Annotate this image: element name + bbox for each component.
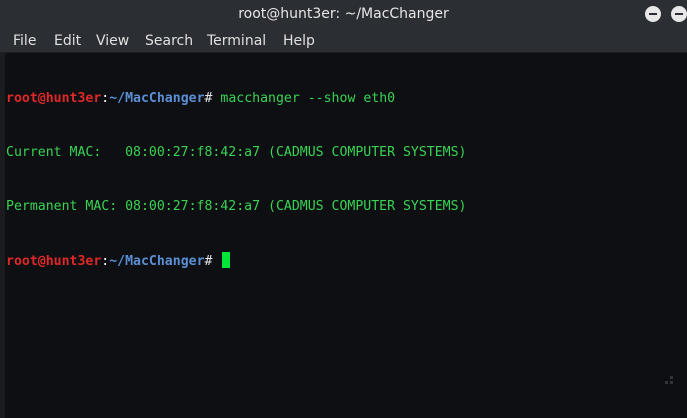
close-icon[interactable] [671, 6, 687, 22]
window-edge [0, 0, 5, 418]
menu-bar: File Edit View Search Terminal Help [0, 30, 687, 53]
menu-view[interactable]: View [96, 33, 129, 49]
window-controls [645, 6, 687, 22]
text-cursor [222, 252, 231, 268]
menu-edit[interactable]: Edit [54, 33, 81, 49]
active-prompt-line[interactable]: root@hunt3er:~/MacChanger# [6, 252, 687, 270]
title-bar[interactable]: root@hunt3er: ~/MacChanger [0, 0, 687, 30]
prompt-path: ~/MacChanger [109, 254, 205, 269]
menu-help[interactable]: Help [283, 33, 315, 49]
prompt-symbol: # [204, 91, 221, 106]
terminal-output[interactable]: root@hunt3er:~/MacChanger# macchanger --… [6, 54, 687, 418]
menu-terminal[interactable]: Terminal [207, 33, 266, 49]
terminal-window: root@hunt3er: ~/MacChanger File Edit Vie… [0, 0, 687, 418]
prompt-symbol: # [204, 254, 221, 269]
prompt-user-host: root@hunt3er [6, 91, 102, 106]
minimize-icon[interactable] [645, 6, 661, 22]
command-text: macchanger --show eth0 [220, 91, 396, 106]
prompt-user-host: root@hunt3er [6, 254, 102, 269]
menu-search[interactable]: Search [145, 33, 193, 49]
resize-grip-icon[interactable] [655, 370, 673, 384]
output-line-permanent-mac: Permanent MAC: 08:00:27:f8:42:a7 (CADMUS… [6, 199, 467, 214]
prompt-path: ~/MacChanger [109, 91, 205, 106]
menu-file[interactable]: File [13, 33, 36, 49]
window-title: root@hunt3er: ~/MacChanger [238, 6, 449, 22]
output-line-current-mac: Current MAC: 08:00:27:f8:42:a7 (CADMUS C… [6, 145, 467, 160]
command-line: root@hunt3er:~/MacChanger# macchanger --… [6, 90, 687, 108]
